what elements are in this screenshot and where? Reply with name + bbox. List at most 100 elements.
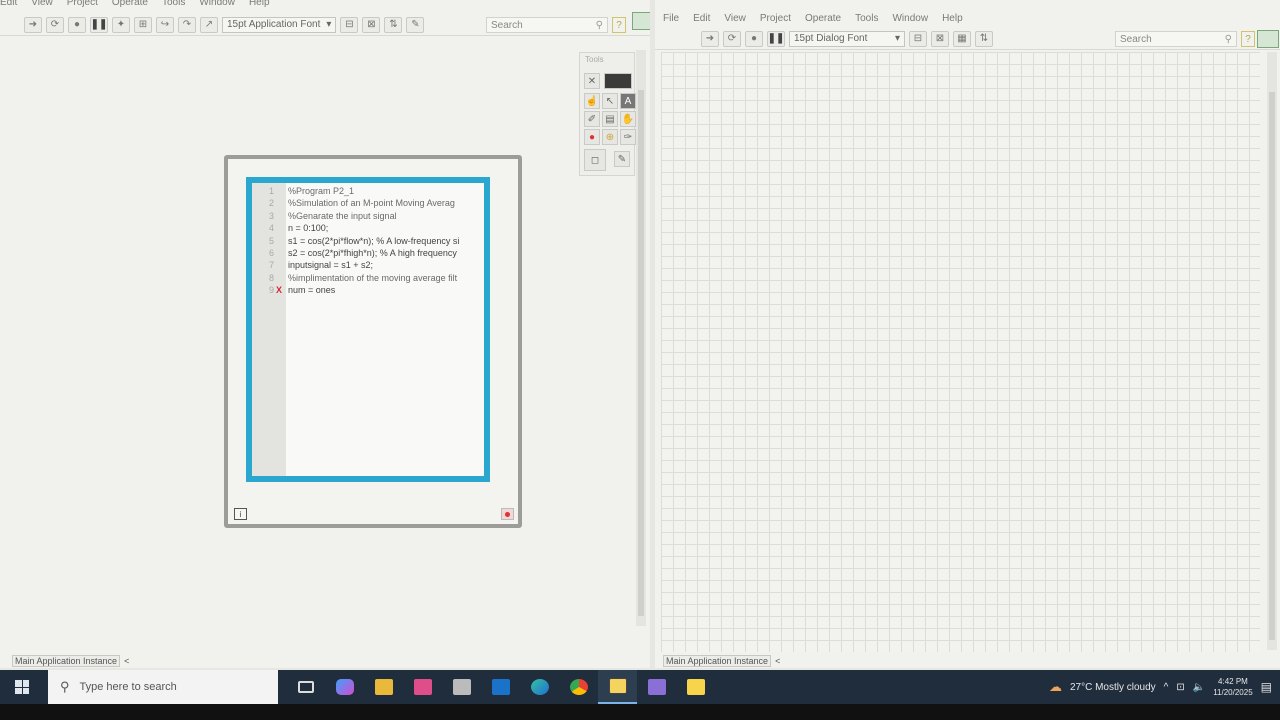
font-select[interactable]: 15pt Application Font ▾ [222,16,337,33]
wiring-icon[interactable]: ✐ [584,111,600,127]
code-line[interactable]: 5 s1 = cos(2*pi*flow*n); % A low-frequenc… [252,235,484,247]
search-input[interactable]: Search ⚲ [486,17,608,33]
edge-icon[interactable] [520,670,559,704]
step-over-icon[interactable]: ↷ [178,16,196,33]
reorder-icon[interactable]: ⇅ [975,30,993,47]
step-into-icon[interactable]: ↪ [156,16,174,33]
code-line[interactable]: 4 n = 0:100; [252,222,484,234]
front-panel-grid[interactable] [661,52,1260,652]
operate-hand-icon[interactable]: ☝ [584,93,600,109]
retain-wire-values-icon[interactable]: ⊞ [134,16,152,33]
scroll-thumb[interactable] [638,90,644,616]
copilot-icon[interactable] [325,670,364,704]
left-menu-help[interactable]: Help [249,0,270,8]
code-line[interactable]: 7 inputsignal = s1 + s2; [252,259,484,271]
left-menu-operate[interactable]: Operate [112,0,148,8]
right-menu-window[interactable]: Window [892,13,928,24]
run-arrow-icon[interactable]: ➜ [24,16,42,33]
cleanup-diagram-icon[interactable]: ✎ [406,16,425,33]
volume-icon[interactable]: 🔈 [1193,682,1205,693]
right-menu-project[interactable]: Project [760,13,791,24]
right-menu-help[interactable]: Help [942,13,963,24]
right-vertical-scrollbar[interactable] [1267,52,1277,650]
outlook-icon[interactable] [481,670,520,704]
task-view-icon[interactable] [286,670,325,704]
labview-icon[interactable] [598,670,637,704]
help-icon[interactable]: ? [1241,31,1255,47]
left-menu-project[interactable]: Project [67,0,98,8]
scroll-hand-icon[interactable]: ✋ [620,111,636,127]
weather-text[interactable]: 27°C Mostly cloudy [1070,682,1156,693]
distribute-objects-icon[interactable]: ⊠ [362,16,381,33]
run-continuous-icon[interactable]: ⟳ [723,30,741,47]
mathscript-code-editor[interactable]: 1 %Program P2_1 2 %Simulation of an M-point… [246,177,490,482]
right-menu-view[interactable]: View [724,13,746,24]
reorder-icon[interactable]: ⇅ [384,16,403,33]
highlight-execution-icon[interactable]: ✦ [112,16,130,33]
taskbar-search-box[interactable]: ⚲ Type here to search [48,670,278,704]
right-menu-edit[interactable]: Edit [693,13,710,24]
labeling-icon[interactable]: A [620,93,636,109]
store-icon[interactable] [403,670,442,704]
search-input[interactable]: Search ⚲ [1115,31,1237,47]
media-player-icon[interactable] [442,670,481,704]
probe-icon[interactable]: ⊕ [602,129,618,145]
file-explorer-icon[interactable] [364,670,403,704]
application-instance-label[interactable]: Main Application Instance [663,655,772,667]
auto-tool-icon[interactable] [604,73,632,89]
vi-icon[interactable] [1257,30,1279,48]
close-icon[interactable]: ✕ [584,73,600,89]
left-vertical-scrollbar[interactable] [636,50,646,626]
abort-icon[interactable]: ● [745,30,763,47]
network-icon[interactable]: ⊡ [1176,682,1184,693]
run-continuous-icon[interactable]: ⟳ [46,16,64,33]
notification-icon[interactable]: ▤ [1261,680,1272,694]
color-swatch-icon[interactable]: ◻ [584,149,606,171]
application-instance-label[interactable]: Main Application Instance [12,655,121,667]
scroll-thumb[interactable] [1269,92,1275,640]
error-marker-icon[interactable]: X [276,284,282,296]
clock[interactable]: 4:42 PM 11/20/2025 [1213,676,1252,698]
right-menu-file[interactable]: File [663,13,679,24]
code-line[interactable]: 8 %implimentation of the moving average f… [252,272,484,284]
shortcut-menu-icon[interactable]: ▤ [602,111,618,127]
search-icon[interactable]: ⚲ [1225,34,1232,45]
code-line[interactable]: 1 %Program P2_1 [252,185,484,197]
align-objects-icon[interactable]: ⊟ [909,30,927,47]
align-objects-icon[interactable]: ⊟ [340,16,359,33]
distribute-objects-icon[interactable]: ⊠ [931,30,949,47]
vi-icon[interactable] [632,12,650,30]
chevron-up-icon[interactable]: ^ [1164,682,1169,693]
step-out-icon[interactable]: ↗ [200,16,218,33]
iteration-terminal-icon[interactable]: i [234,508,247,520]
weather-icon[interactable]: ☁ [1049,679,1062,695]
search-icon[interactable]: ⚲ [596,20,603,31]
right-menu-tools[interactable]: Tools [855,13,878,24]
help-icon[interactable]: ? [612,17,626,33]
run-arrow-icon[interactable]: ➜ [701,30,719,47]
left-menu-view[interactable]: View [31,0,53,8]
get-color-icon[interactable]: ✑ [620,129,636,145]
code-line[interactable]: 9 Xnum = ones [252,284,484,296]
set-color-icon[interactable]: ✎ [614,151,630,167]
start-button[interactable] [0,670,44,704]
stop-terminal-icon[interactable] [501,508,514,520]
resize-objects-icon[interactable]: ▦ [953,30,971,47]
positioning-icon[interactable]: ↖ [602,93,618,109]
abort-icon[interactable]: ● [68,16,86,33]
left-menu-tools[interactable]: Tools [162,0,185,8]
left-menu-edit[interactable]: Edit [0,0,17,8]
code-line[interactable]: 3 %Genarate the input signal [252,210,484,222]
sticky-notes-icon[interactable] [676,670,715,704]
chrome-icon[interactable] [559,670,598,704]
app-icon[interactable] [637,670,676,704]
pause-icon[interactable]: ❚❚ [90,16,108,33]
breakpoint-icon[interactable]: ● [584,129,600,145]
left-menu-window[interactable]: Window [199,0,235,8]
pause-icon[interactable]: ❚❚ [767,30,785,47]
code-line[interactable]: 6 s2 = cos(2*pi*fhigh*n); % A high freque… [252,247,484,259]
font-select[interactable]: 15pt Dialog Font ▾ [789,30,905,47]
chevron-left-icon[interactable]: < [124,656,129,666]
right-menu-operate[interactable]: Operate [805,13,841,24]
mathscript-node[interactable]: 1 %Program P2_1 2 %Simulation of an M-point… [224,155,522,528]
